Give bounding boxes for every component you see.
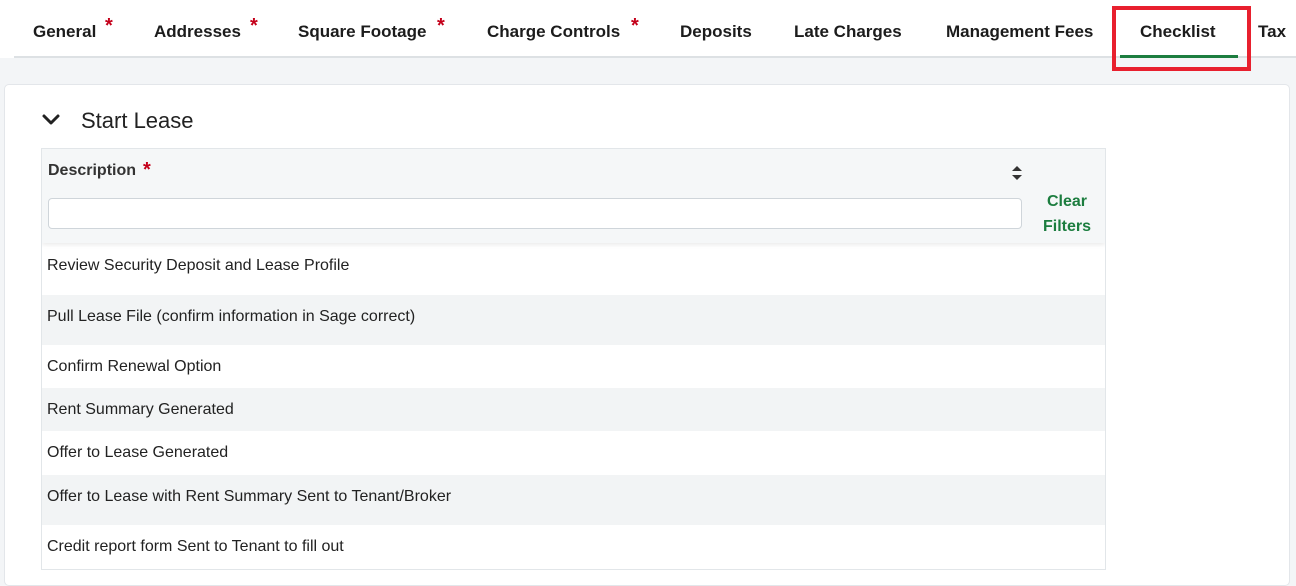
tab-tax-label: Tax <box>1258 22 1287 41</box>
tab-addresses[interactable]: Addresses * <box>154 0 269 58</box>
tab-late-charges[interactable]: Late Charges <box>794 0 914 58</box>
checklist-highlight-box <box>1112 6 1251 71</box>
section-title: Start Lease <box>81 108 194 133</box>
table-row[interactable]: Confirm Renewal Option <box>42 345 1105 388</box>
tab-general-label: General <box>33 22 97 41</box>
clear-filters-button[interactable]: Clear Filters <box>1028 189 1105 239</box>
tab-bar: General * Addresses * Square Footage * C… <box>0 0 1296 58</box>
tab-general[interactable]: General * <box>33 0 123 58</box>
required-marker: * <box>437 15 445 37</box>
tab-late-charges-label: Late Charges <box>794 22 902 41</box>
tab-management-fees-label: Management Fees <box>946 22 1094 41</box>
tab-deposits[interactable]: Deposits <box>680 0 760 58</box>
table-row[interactable]: Rent Summary Generated <box>42 388 1105 431</box>
required-marker: * <box>631 15 639 37</box>
table-row[interactable]: Offer to Lease Generated <box>42 431 1105 475</box>
table-row[interactable]: Credit report form Sent to Tenant to fil… <box>42 525 1105 569</box>
tab-management-fees[interactable]: Management Fees <box>946 0 1106 58</box>
tab-deposits-label: Deposits <box>680 22 752 41</box>
chevron-down-icon <box>42 114 60 125</box>
row-description: Rent Summary Generated <box>47 401 234 418</box>
tab-tax[interactable]: Tax <box>1258 0 1296 58</box>
clear-filters-label-line1: Clear <box>1046 193 1088 210</box>
table-row[interactable]: Pull Lease File (confirm information in … <box>42 295 1105 345</box>
row-description: Confirm Renewal Option <box>47 358 222 375</box>
row-description: Offer to Lease with Rent Summary Sent to… <box>47 488 452 505</box>
table-row[interactable]: Offer to Lease with Rent Summary Sent to… <box>42 475 1105 525</box>
tab-addresses-label: Addresses <box>154 22 241 41</box>
clear-filters-label-line2: Filters <box>1042 218 1091 235</box>
column-header-description[interactable]: Description <box>48 162 136 180</box>
required-marker: * <box>105 15 113 37</box>
required-marker: * <box>250 15 258 37</box>
grid-header: Description * Clear Filters <box>42 149 1105 243</box>
tab-charge-controls-label: Charge Controls <box>487 22 621 41</box>
row-description: Review Security Deposit and Lease Profil… <box>47 257 350 274</box>
row-description: Offer to Lease Generated <box>47 444 229 461</box>
checklist-grid: Description * Clear Filters Review Secur… <box>41 148 1106 570</box>
sort-icon[interactable] <box>1011 166 1023 180</box>
description-filter-input[interactable] <box>48 198 1022 229</box>
tab-square-footage[interactable]: Square Footage * <box>298 0 453 58</box>
row-description: Credit report form Sent to Tenant to fil… <box>47 538 344 555</box>
table-row[interactable]: Review Security Deposit and Lease Profil… <box>42 243 1105 295</box>
tab-square-footage-label: Square Footage <box>298 22 427 41</box>
required-marker: * <box>143 159 151 181</box>
row-description: Pull Lease File (confirm information in … <box>47 308 416 325</box>
tab-charge-controls[interactable]: Charge Controls * <box>487 0 647 58</box>
